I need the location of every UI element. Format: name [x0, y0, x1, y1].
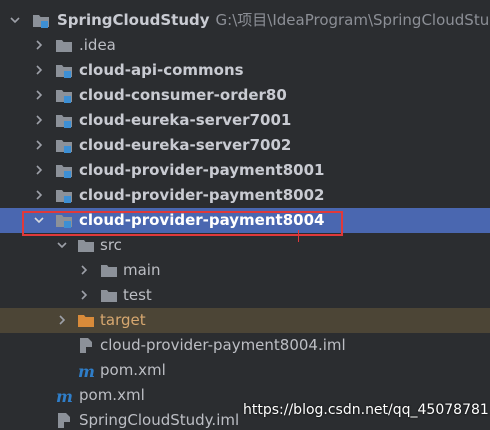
chevron-right-icon[interactable]	[32, 163, 46, 177]
tree-item-idea[interactable]: .idea	[0, 33, 490, 58]
svg-text:m: m	[78, 362, 95, 379]
folder-icon	[78, 240, 94, 252]
chevron-right-icon[interactable]	[32, 38, 46, 52]
tree-root-label: SpringCloudStudy G:\项目\IdeaProgram\Spring…	[57, 11, 490, 29]
iml-file-icon	[58, 413, 70, 428]
module-folder-icon	[56, 65, 72, 78]
tree-item-module[interactable]: cloud-provider-payment8002	[0, 183, 490, 208]
tree-item-label: cloud-eureka-server7002	[79, 136, 292, 154]
chevron-right-icon[interactable]	[32, 113, 46, 127]
tree-item-module[interactable]: cloud-eureka-server7002	[0, 133, 490, 158]
tree-item-module-iml[interactable]: cloud-provider-payment8004.iml	[0, 333, 490, 358]
chevron-right-icon[interactable]	[32, 88, 46, 102]
module-folder-icon	[56, 115, 72, 128]
chevron-right-icon[interactable]	[32, 138, 46, 152]
tree-item-module-pom[interactable]: m pom.xml	[0, 358, 490, 383]
tree-item-module[interactable]: cloud-consumer-order80	[0, 83, 490, 108]
tree-item-target[interactable]: target	[0, 308, 490, 333]
tree-item-module[interactable]: cloud-eureka-server7001	[0, 108, 490, 133]
tree-item-label: main	[123, 261, 161, 279]
tree-item-label: test	[123, 286, 152, 304]
tree-item-label: SpringCloudStudy.iml	[79, 411, 240, 429]
tree-item-label: target	[100, 311, 146, 329]
tree-item-label: cloud-eureka-server7001	[79, 111, 292, 129]
module-folder-icon	[56, 165, 72, 178]
maven-icon: m	[56, 387, 73, 404]
tree-item-label: .idea	[79, 36, 116, 54]
tree-item-module[interactable]: cloud-api-commons	[0, 58, 490, 83]
iml-file-icon	[80, 338, 92, 353]
tree-item-label: pom.xml	[100, 361, 166, 379]
folder-icon	[101, 265, 117, 277]
module-folder-icon	[56, 90, 72, 103]
maven-icon: m	[78, 362, 95, 379]
module-folder-icon	[56, 190, 72, 203]
chevron-right-icon[interactable]	[32, 63, 46, 77]
tree-item-label: cloud-provider-payment8002	[79, 186, 325, 204]
module-folder-icon	[33, 15, 49, 28]
excluded-folder-icon	[78, 315, 94, 327]
tree-item-label: cloud-api-commons	[79, 61, 244, 79]
chevron-right-icon[interactable]	[32, 188, 46, 202]
tree-item-main[interactable]: main	[0, 258, 490, 283]
module-folder-icon	[56, 140, 72, 153]
chevron-right-icon[interactable]	[55, 313, 69, 327]
chevron-right-icon[interactable]	[77, 288, 91, 302]
tree-item-label: cloud-provider-payment8004.iml	[100, 336, 346, 354]
folder-icon	[56, 40, 72, 52]
tree-item-label: cloud-provider-payment8001	[79, 161, 325, 179]
chevron-down-icon[interactable]	[8, 13, 22, 27]
folder-icon	[101, 290, 117, 302]
tree-item-module[interactable]: cloud-provider-payment8001	[0, 158, 490, 183]
tree-item-src[interactable]: src	[0, 233, 490, 258]
tree-item-label: pom.xml	[79, 386, 145, 404]
chevron-down-icon[interactable]	[55, 238, 69, 252]
tree-item-label: src	[100, 236, 122, 254]
tree-item-test[interactable]: test	[0, 283, 490, 308]
project-tree: SpringCloudStudy G:\项目\IdeaProgram\Spring…	[0, 0, 490, 430]
tree-root-row[interactable]: SpringCloudStudy G:\项目\IdeaProgram\Spring…	[0, 8, 490, 33]
svg-text:m: m	[56, 387, 73, 404]
tree-item-label: cloud-consumer-order80	[79, 86, 287, 104]
chevron-right-icon[interactable]	[77, 263, 91, 277]
watermark: https://blog.csdn.net/qq_45078781	[243, 402, 489, 418]
